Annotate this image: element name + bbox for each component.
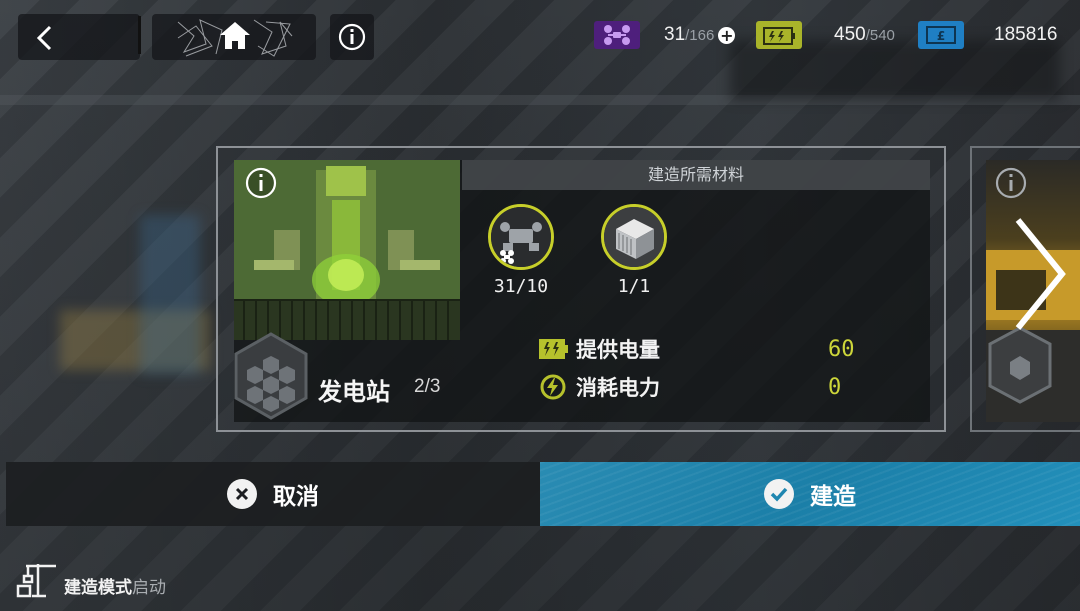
home-button[interactable] bbox=[152, 14, 316, 60]
background-blur-shape bbox=[140, 215, 200, 375]
material-item[interactable]: 1/1 bbox=[594, 204, 674, 297]
top-bar: 31 /166 + 450 /540 £ 185816 bbox=[0, 0, 1080, 70]
add-drone-button[interactable]: + bbox=[718, 26, 736, 44]
drone-icon bbox=[594, 21, 640, 49]
close-icon bbox=[227, 479, 257, 509]
build-label: 建造 bbox=[810, 484, 856, 510]
cancel-label: 取消 bbox=[273, 484, 319, 510]
build-mode-indicator: 建造模式启动 bbox=[16, 560, 166, 600]
check-icon bbox=[764, 479, 794, 509]
cancel-button[interactable]: 取消 bbox=[6, 462, 540, 526]
chevron-right-icon bbox=[1015, 218, 1066, 330]
credits-value: 185816 bbox=[994, 24, 1058, 45]
credit-card-icon: £ bbox=[918, 21, 964, 49]
building-count: 2/3 bbox=[414, 376, 441, 397]
material-count: 1/1 bbox=[617, 276, 651, 297]
drone-current: 31 bbox=[664, 24, 686, 45]
info-button[interactable] bbox=[330, 14, 374, 60]
stat-label: 消耗电力 bbox=[576, 376, 660, 400]
info-icon bbox=[995, 167, 1027, 199]
battery-icon bbox=[756, 21, 802, 49]
next-card-info-button[interactable] bbox=[994, 166, 1028, 204]
separator bbox=[138, 16, 141, 54]
building-name: 发电站 bbox=[318, 378, 390, 406]
stat-value: 0 bbox=[828, 374, 842, 400]
drone-resource: 31 /166 + bbox=[594, 0, 736, 70]
stat-row-power-consume: 消耗电力 0 bbox=[538, 372, 868, 402]
battery-icon bbox=[539, 339, 568, 359]
energy-current: 450 bbox=[834, 24, 866, 45]
build-mode-prefix: 建造模式 bbox=[64, 578, 132, 598]
drone-max: /166 bbox=[685, 26, 715, 44]
home-icon bbox=[177, 19, 293, 57]
back-button[interactable] bbox=[18, 14, 140, 60]
stat-row-power-supply: 提供电量 60 bbox=[538, 334, 868, 364]
stat-label: 提供电量 bbox=[576, 338, 660, 362]
steel-block-icon bbox=[601, 204, 667, 270]
material-item[interactable]: 31/10 bbox=[481, 204, 561, 297]
building-info-button[interactable] bbox=[244, 166, 278, 204]
crane-icon bbox=[16, 564, 56, 598]
chevron-left-icon bbox=[36, 25, 52, 51]
material-count: 31/10 bbox=[493, 276, 549, 297]
credits-resource: £ 185816 bbox=[918, 0, 1057, 70]
materials-header: 建造所需材料 bbox=[462, 160, 930, 190]
build-button[interactable]: 建造 bbox=[540, 462, 1080, 526]
energy-max: /540 bbox=[865, 26, 895, 44]
power-consume-icon bbox=[540, 374, 566, 400]
svg-text:£: £ bbox=[937, 29, 945, 43]
next-building-button[interactable] bbox=[1010, 214, 1070, 338]
build-mode-suffix: 启动 bbox=[132, 578, 166, 598]
energy-resource: 450 /540 bbox=[756, 0, 895, 70]
info-icon bbox=[245, 167, 277, 199]
build-mode-text: 建造模式启动 bbox=[64, 573, 166, 598]
hexagon-icon bbox=[234, 330, 308, 426]
drone-part-icon bbox=[488, 204, 554, 270]
info-icon bbox=[338, 23, 366, 51]
stat-value: 60 bbox=[828, 336, 855, 362]
